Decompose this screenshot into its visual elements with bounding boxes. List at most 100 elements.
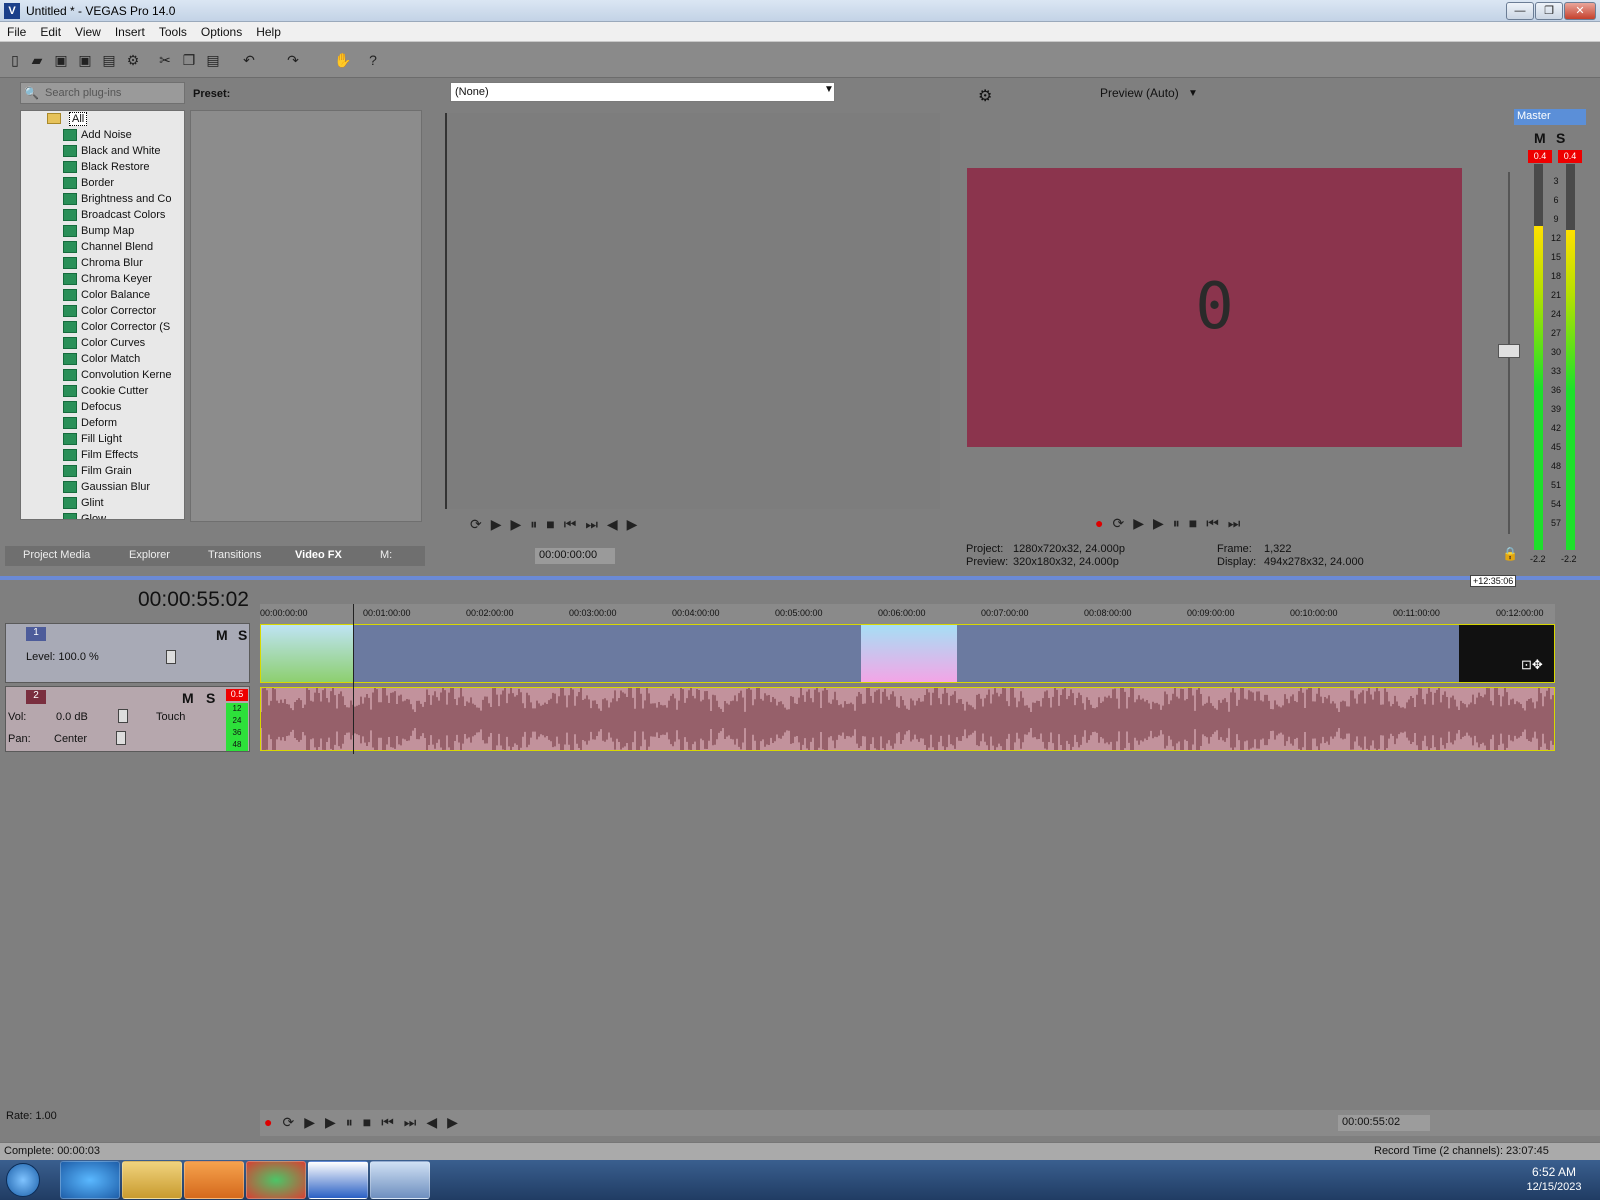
vegas-taskbar-icon[interactable] xyxy=(308,1161,368,1199)
plugin-item[interactable]: Deform xyxy=(21,415,184,431)
video-solo-button[interactable]: S xyxy=(238,627,247,643)
undo-icon[interactable]: ↶ xyxy=(240,51,258,69)
pan-crop-icon[interactable]: ⊡✥ xyxy=(1521,657,1543,673)
preview-quality-select[interactable]: Preview (Auto) xyxy=(1100,86,1179,100)
properties-gear-icon[interactable]: ⚙ xyxy=(124,51,142,69)
render-icon[interactable]: ▤ xyxy=(100,51,118,69)
volume-slider[interactable] xyxy=(118,709,128,723)
ie-icon[interactable] xyxy=(60,1161,120,1199)
maximize-button[interactable]: ❐ xyxy=(1535,2,1563,20)
new-icon[interactable]: ▯ xyxy=(6,51,24,69)
trimmer-source-select[interactable]: (None) xyxy=(450,82,835,102)
preview-transport[interactable]: ●⟳▶▶⏸■⏮⏭ xyxy=(1095,515,1335,532)
record-icon[interactable]: ● xyxy=(264,1114,282,1130)
help-icon[interactable]: ? xyxy=(364,51,382,69)
menu-file[interactable]: File xyxy=(0,22,33,42)
cut-icon[interactable]: ✂ xyxy=(156,51,174,69)
plugin-icon xyxy=(63,273,77,285)
video-track-header[interactable]: 1 M S Level: 100.0 % xyxy=(5,623,250,683)
playhead[interactable] xyxy=(353,604,354,754)
close-button[interactable]: ✕ xyxy=(1564,2,1596,20)
video-mute-button[interactable]: M xyxy=(216,627,228,643)
plugin-item[interactable]: Chroma Blur xyxy=(21,255,184,271)
chevron-down-icon[interactable]: ▼ xyxy=(824,84,834,95)
plugin-item[interactable]: Color Balance xyxy=(21,287,184,303)
clock-date[interactable]: 12/15/2023 xyxy=(1518,1181,1590,1193)
plugin-item[interactable]: Channel Blend xyxy=(21,239,184,255)
plugin-item[interactable]: Chroma Keyer xyxy=(21,271,184,287)
plugin-item[interactable]: Film Grain xyxy=(21,463,184,479)
minimize-button[interactable]: — xyxy=(1506,2,1534,20)
plugin-item[interactable]: Film Effects xyxy=(21,447,184,463)
menu-help[interactable]: Help xyxy=(249,22,288,42)
master-fader-handle[interactable] xyxy=(1498,344,1520,358)
edit-details-icon[interactable]: ✋ xyxy=(334,51,352,69)
menu-edit[interactable]: Edit xyxy=(33,22,68,42)
menu-insert[interactable]: Insert xyxy=(108,22,152,42)
plugin-item[interactable]: Color Corrector (S xyxy=(21,319,184,335)
plugin-item[interactable]: Color Corrector xyxy=(21,303,184,319)
plugin-item[interactable]: Color Curves xyxy=(21,335,184,351)
plugin-search-input[interactable]: Search plug-ins xyxy=(20,82,185,104)
plugin-item[interactable]: Defocus xyxy=(21,399,184,415)
master-peak-right[interactable]: 0.4 xyxy=(1558,150,1582,163)
tab-explorer[interactable]: Explorer xyxy=(129,549,170,561)
pan-slider[interactable] xyxy=(116,731,126,745)
save-as-icon[interactable]: ▣ xyxy=(76,51,94,69)
plugin-item[interactable]: Convolution Kerne xyxy=(21,367,184,383)
plugin-root-all[interactable]: All xyxy=(21,111,184,127)
vegas-icon[interactable]: V xyxy=(4,3,20,19)
menu-view[interactable]: View xyxy=(68,22,108,42)
open-icon[interactable]: ▰ xyxy=(28,51,46,69)
video-level-slider[interactable] xyxy=(166,650,176,664)
lock-icon[interactable]: 🔒 xyxy=(1502,546,1518,562)
chevron-down-icon[interactable]: ▼ xyxy=(1188,88,1198,99)
audio-peak[interactable]: 0.5 xyxy=(226,689,248,701)
tab-media-generators[interactable]: M: xyxy=(380,549,392,561)
timeline-cursor-time[interactable]: 00:00:55:02 xyxy=(138,588,249,612)
automation-mode[interactable]: Touch xyxy=(156,711,185,723)
media-player-icon[interactable] xyxy=(184,1161,244,1199)
tab-transitions[interactable]: Transitions xyxy=(208,549,261,561)
plugin-icon xyxy=(63,401,77,413)
chrome-icon[interactable] xyxy=(246,1161,306,1199)
timeline-ruler[interactable]: 00:00:00:00 00:01:00:00 00:02:00:00 00:03:0… xyxy=(260,604,1555,624)
plugin-item[interactable]: Glow xyxy=(21,511,184,519)
video-preview-settings-gear-icon[interactable]: ⚙ xyxy=(978,86,992,106)
plugin-item[interactable]: Add Noise xyxy=(21,127,184,143)
audio-mute-button[interactable]: M xyxy=(182,690,194,706)
audio-event[interactable] xyxy=(260,687,1555,751)
plugin-item[interactable]: Bump Map xyxy=(21,223,184,239)
master-peak-left[interactable]: 0.4 xyxy=(1528,150,1552,163)
plugin-item[interactable]: Border xyxy=(21,175,184,191)
plugin-item[interactable]: Broadcast Colors xyxy=(21,207,184,223)
copy-icon[interactable]: ❐ xyxy=(180,51,198,69)
tab-project-media[interactable]: Project Media xyxy=(23,549,90,561)
audio-track-header[interactable]: 2 M S 0.5 12 24 36 48 Vol: 0.0 dB Touch Pan… xyxy=(5,686,250,752)
save-icon[interactable]: ▣ xyxy=(52,51,70,69)
plugin-item[interactable]: Brightness and Co xyxy=(21,191,184,207)
menu-tools[interactable]: Tools xyxy=(152,22,194,42)
master-solo-button[interactable]: S xyxy=(1556,130,1565,146)
start-button[interactable] xyxy=(6,1163,40,1197)
tab-video-fx[interactable]: Video FX xyxy=(295,549,342,561)
plugin-item[interactable]: Color Match xyxy=(21,351,184,367)
video-event[interactable]: ⊡✥ xyxy=(260,624,1555,683)
trimmer-transport[interactable]: ⟳▶▶⏸■⏮⏭◀▶ xyxy=(470,516,940,533)
explorer-icon[interactable] xyxy=(122,1161,182,1199)
plugin-item[interactable]: Fill Light xyxy=(21,431,184,447)
audio-solo-button[interactable]: S xyxy=(206,690,215,706)
window-icon[interactable] xyxy=(370,1161,430,1199)
transport-buttons[interactable]: ●⟳▶▶⏸■⏮⏭◀▶ xyxy=(264,1114,468,1131)
master-mute-button[interactable]: M xyxy=(1534,130,1546,146)
menu-options[interactable]: Options xyxy=(194,22,249,42)
plugin-item[interactable]: Cookie Cutter xyxy=(21,383,184,399)
plugin-item[interactable]: Glint xyxy=(21,495,184,511)
plugin-item[interactable]: Black and White xyxy=(21,143,184,159)
plugin-item[interactable]: Gaussian Blur xyxy=(21,479,184,495)
redo-icon[interactable]: ↷ xyxy=(284,51,302,69)
record-icon[interactable]: ● xyxy=(1095,515,1112,531)
paste-icon[interactable]: ▤ xyxy=(204,51,222,69)
clock-time[interactable]: 6:52 AM xyxy=(1518,1165,1590,1179)
plugin-item[interactable]: Black Restore xyxy=(21,159,184,175)
